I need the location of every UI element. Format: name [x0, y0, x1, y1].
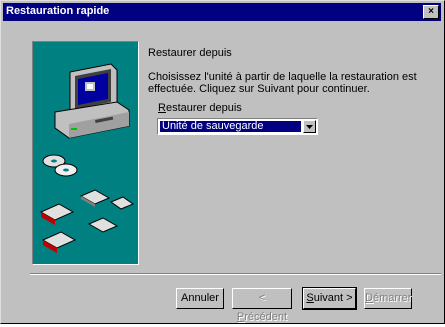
- restore-from-label-accel: R: [158, 102, 166, 114]
- wizard-illustration: [32, 41, 139, 265]
- close-button[interactable]: ×: [423, 5, 439, 19]
- computer-backup-illustration: [39, 63, 135, 253]
- restore-source-dropdown[interactable]: Unité de sauvegarde: [157, 118, 318, 135]
- dropdown-arrow-button[interactable]: [303, 120, 316, 133]
- step-description: Choisissez l'unité à partir de laquelle …: [148, 71, 417, 95]
- dropdown-selected-value: Unité de sauvegarde: [159, 120, 302, 133]
- restore-from-label-text: estaurer depuis: [165, 102, 242, 114]
- chevron-down-icon: [306, 125, 313, 129]
- window-title: Restauration rapide: [6, 5, 110, 17]
- start-button[interactable]: Démarrer: [364, 288, 412, 309]
- next-button[interactable]: Suivant >: [302, 287, 357, 310]
- step-heading: Restaurer depuis: [148, 47, 232, 59]
- restore-from-label: Restaurer depuis: [158, 102, 242, 114]
- cancel-button[interactable]: Annuler: [176, 288, 224, 309]
- restore-dialog: Restauration rapide × Restaurer depuis C…: [0, 0, 445, 324]
- button-separator: [30, 273, 441, 275]
- title-bar[interactable]: Restauration rapide ×: [3, 3, 441, 21]
- back-button[interactable]: < Précédent: [232, 288, 292, 323]
